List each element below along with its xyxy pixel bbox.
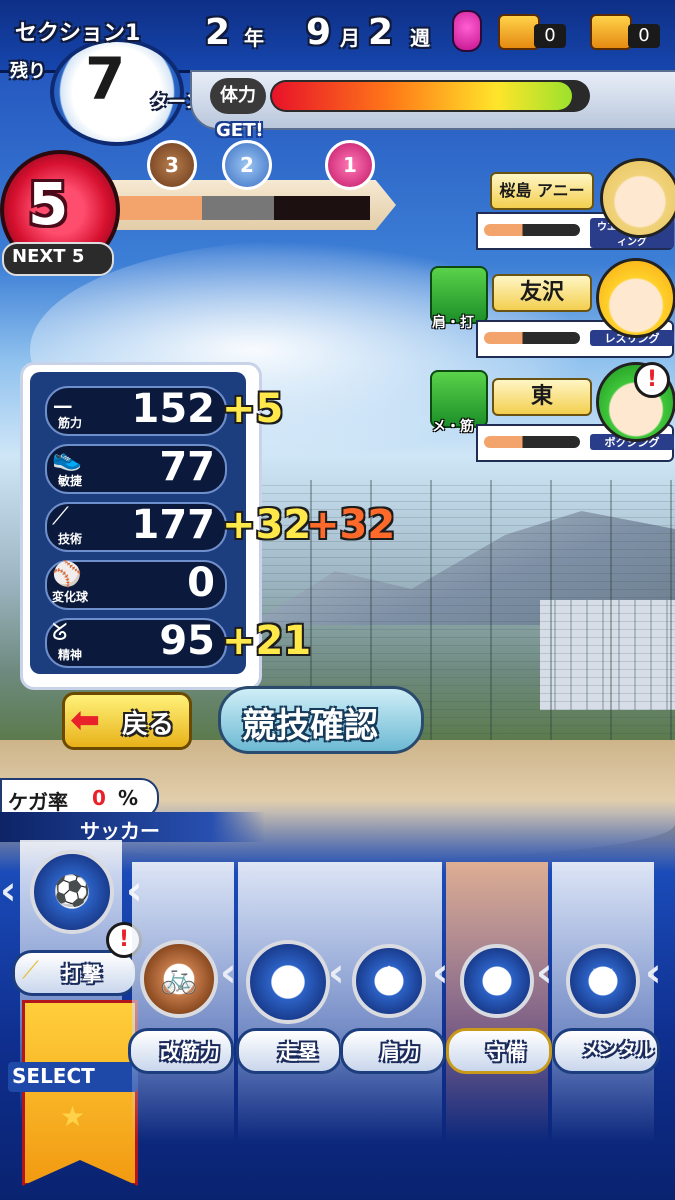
stat-label: 変化球 (52, 590, 89, 604)
bicycle-icon: 🚲 (140, 940, 218, 1018)
character-name: 友沢 (519, 280, 564, 305)
stat-value: 177 (131, 502, 216, 548)
training-label: 守備 (486, 1040, 526, 1064)
stat-bonus: +32 (222, 502, 312, 548)
stamina-fill (272, 82, 572, 110)
competition-check-label: 競技確認 (242, 706, 378, 746)
level-value: 5 (28, 170, 69, 238)
date-year: 2 (205, 12, 231, 53)
training-label: メンタル (582, 1040, 654, 1061)
star-icon: ★ (60, 1100, 86, 1133)
chest-count: 0 (628, 24, 660, 48)
shuttlecock-icon: ⏚ (352, 944, 426, 1018)
constellation-icon: ✦ (246, 940, 330, 1024)
chevron-left-icon: ‹ (536, 950, 553, 996)
progress-segment (118, 196, 202, 220)
progress-segment (202, 196, 274, 220)
character-face-icon[interactable] (596, 258, 675, 338)
stat-value: 0 (187, 560, 215, 606)
next-label: NEXT 5 (12, 246, 84, 267)
training-label: 打撃 (62, 962, 102, 986)
pink-item-icon[interactable] (452, 10, 482, 52)
stat-bonus: +32 (306, 502, 396, 548)
gold-medal-icon: 1 (325, 140, 375, 190)
injury-value: 0 (92, 786, 106, 810)
chevron-left-icon: ‹ (220, 950, 237, 996)
next-text: NEXT (12, 246, 66, 267)
stat-label: 精神 (58, 648, 83, 662)
training-label: 走塁 (278, 1040, 318, 1064)
chevron-left-icon: ‹ (328, 950, 345, 996)
training-label: 肩力 (380, 1040, 420, 1064)
stamina-heart-icon: 体力 (210, 78, 266, 114)
character-friend-bar (484, 332, 580, 344)
section-label: セクション1 (15, 21, 141, 46)
chevron-left-icon: ‹ (645, 950, 662, 996)
stat-label: 技術 (58, 532, 83, 546)
character-face-icon[interactable] (600, 158, 675, 238)
fencing-glyph: ⚔ (589, 963, 617, 998)
rugby-ball-glyph: ⬬ (484, 963, 510, 998)
select-ribbon (22, 1000, 138, 1186)
stat-value: 95 (159, 618, 215, 664)
date-week: 2 (368, 12, 394, 53)
stat-value: 77 (159, 444, 215, 490)
character-name-box[interactable]: 東 (492, 378, 592, 416)
soccer-ball-icon: ⚽ (30, 850, 114, 934)
select-label: SELECT (12, 1064, 95, 1088)
date-month: 9 (306, 12, 332, 53)
stat-label: 筋力 (58, 416, 83, 430)
skill-tag-label: 肩・打 (432, 315, 474, 331)
stat-value: 152 (131, 386, 216, 432)
skill-tag-label: メ・筋 (432, 419, 474, 435)
select-text: SELECT (12, 1064, 95, 1088)
progress-segment (274, 196, 370, 220)
injury-label: ケガ率 (8, 790, 68, 814)
character-friend-bar (484, 224, 580, 236)
character-name-box[interactable]: 友沢 (492, 274, 592, 312)
date-week-unit: 週 (410, 26, 430, 50)
bat-icon: ⟋ (22, 956, 39, 984)
soccer-ball-glyph: ⚽ (53, 874, 91, 909)
chevron-left-icon: ‹ (0, 868, 17, 914)
stat-bonus: +5 (222, 386, 284, 432)
treasure-chest-icon[interactable] (590, 14, 632, 50)
back-label: 戻る (122, 710, 175, 740)
bicycle-glyph: 🚲 (160, 961, 198, 996)
bronze-medal-icon: 3 (147, 140, 197, 190)
date-month-unit: 月 (340, 26, 360, 50)
training-label: 改筋力 (160, 1040, 220, 1064)
constellation-glyph: ✦ (275, 964, 301, 999)
silver-medal-icon: 2 (222, 140, 272, 190)
alert-icon: ! (634, 362, 670, 398)
character-name: 東 (530, 384, 553, 409)
character-friend-bar (484, 436, 580, 448)
chest-count: 0 (534, 24, 566, 48)
fencing-icon: ⚔ (566, 944, 640, 1018)
get-label: GET! (216, 120, 264, 141)
stat-label: 敏捷 (58, 474, 83, 488)
back-arrow-icon: ⬅ (70, 700, 101, 741)
remain-label: 残り (10, 61, 46, 82)
chevron-left-icon: ‹ (432, 950, 449, 996)
turn-count: 7 (85, 45, 126, 113)
injury-unit: % (118, 786, 139, 810)
shuttlecock-glyph: ⏚ (374, 963, 404, 998)
stat-bonus: +21 (222, 618, 312, 664)
rugby-ball-icon: ⬬ (460, 944, 534, 1018)
character-name-box[interactable]: 桜島 アニータ (490, 172, 594, 234)
next-value: 5 (71, 246, 85, 267)
date-year-unit: 年 (244, 26, 264, 50)
